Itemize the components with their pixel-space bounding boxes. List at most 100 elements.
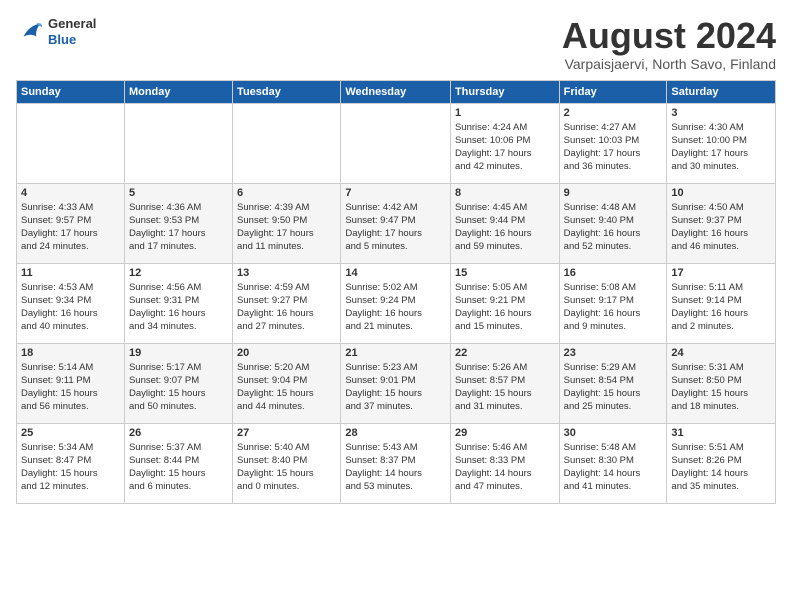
day-info: Sunrise: 5:43 AM Sunset: 8:37 PM Dayligh… xyxy=(345,441,446,494)
day-number: 23 xyxy=(564,347,663,359)
calendar-day-cell: 6Sunrise: 4:39 AM Sunset: 9:50 PM Daylig… xyxy=(233,183,341,263)
month-year-title: August 2024 xyxy=(562,16,776,56)
calendar-day-cell: 15Sunrise: 5:05 AM Sunset: 9:21 PM Dayli… xyxy=(450,263,559,343)
day-info: Sunrise: 4:56 AM Sunset: 9:31 PM Dayligh… xyxy=(129,281,228,334)
calendar-day-cell: 22Sunrise: 5:26 AM Sunset: 8:57 PM Dayli… xyxy=(450,343,559,423)
day-info: Sunrise: 5:20 AM Sunset: 9:04 PM Dayligh… xyxy=(237,361,336,414)
calendar-day-cell: 4 Sunrise: 4:33 AM Sunset: 9:57 PM Daylig… xyxy=(17,183,125,263)
day-info: Sunrise: 5:46 AM Sunset: 8:33 PM Dayligh… xyxy=(455,441,555,494)
calendar-day-cell: 24 Sunrise: 5:31 AM Sunset: 8:50 PM Dayli… xyxy=(667,343,776,423)
calendar-day-cell: 5 Sunrise: 4:36 AM Sunset: 9:53 PM Daylig… xyxy=(124,183,232,263)
day-number: 12 xyxy=(129,267,228,279)
day-number: 8 xyxy=(455,187,555,199)
calendar-day-cell: 31Sunrise: 5:51 AM Sunset: 8:26 PM Dayli… xyxy=(667,423,776,503)
day-info: Sunrise: 4:59 AM Sunset: 9:27 PM Dayligh… xyxy=(237,281,336,334)
day-number: 22 xyxy=(455,347,555,359)
calendar-day-cell: 8 Sunrise: 4:45 AM Sunset: 9:44 PM Daylig… xyxy=(450,183,559,263)
calendar-day-cell xyxy=(124,103,232,183)
calendar-day-cell: 12 Sunrise: 4:56 AM Sunset: 9:31 PM Dayli… xyxy=(124,263,232,343)
day-number: 4 xyxy=(21,187,120,199)
day-number: 27 xyxy=(237,427,336,439)
calendar-day-cell: 21 Sunrise: 5:23 AM Sunset: 9:01 PM Dayli… xyxy=(341,343,451,423)
day-of-week-header: Sunday xyxy=(17,80,125,103)
day-number: 26 xyxy=(129,427,228,439)
day-info: Sunrise: 5:31 AM Sunset: 8:50 PM Dayligh… xyxy=(671,361,771,414)
day-number: 17 xyxy=(671,267,771,279)
calendar-day-cell: 2 Sunrise: 4:27 AM Sunset: 10:03 PM Dayli… xyxy=(559,103,667,183)
day-number: 25 xyxy=(21,427,120,439)
day-info: Sunrise: 5:08 AM Sunset: 9:17 PM Dayligh… xyxy=(564,281,663,334)
day-number: 9 xyxy=(564,187,663,199)
calendar-table: SundayMondayTuesdayWednesdayThursdayFrid… xyxy=(16,80,776,504)
day-info: Sunrise: 5:14 AM Sunset: 9:11 PM Dayligh… xyxy=(21,361,120,414)
day-number: 18 xyxy=(21,347,120,359)
calendar-day-cell xyxy=(341,103,451,183)
calendar-day-cell: 13 Sunrise: 4:59 AM Sunset: 9:27 PM Dayli… xyxy=(233,263,341,343)
day-of-week-header: Thursday xyxy=(450,80,559,103)
calendar-day-cell: 26 Sunrise: 5:37 AM Sunset: 8:44 PM Dayli… xyxy=(124,423,232,503)
calendar-day-cell: 16 Sunrise: 5:08 AM Sunset: 9:17 PM Dayli… xyxy=(559,263,667,343)
day-of-week-header: Wednesday xyxy=(341,80,451,103)
logo-text: General Blue xyxy=(48,16,96,47)
day-info: Sunrise: 4:24 AM Sunset: 10:06 PM Daylig… xyxy=(455,121,555,174)
calendar-day-cell: 25 Sunrise: 5:34 AM Sunset: 8:47 PM Dayli… xyxy=(17,423,125,503)
day-number: 30 xyxy=(564,427,663,439)
day-info: Sunrise: 5:51 AM Sunset: 8:26 PM Dayligh… xyxy=(671,441,771,494)
calendar-day-cell: 3Sunrise: 4:30 AM Sunset: 10:00 PM Dayli… xyxy=(667,103,776,183)
calendar-day-cell: 7Sunrise: 4:42 AM Sunset: 9:47 PM Daylig… xyxy=(341,183,451,263)
calendar-day-cell xyxy=(17,103,125,183)
day-of-week-header: Monday xyxy=(124,80,232,103)
calendar-day-cell: 14Sunrise: 5:02 AM Sunset: 9:24 PM Dayli… xyxy=(341,263,451,343)
day-info: Sunrise: 4:33 AM Sunset: 9:57 PM Dayligh… xyxy=(21,201,120,254)
day-number: 24 xyxy=(671,347,771,359)
day-info: Sunrise: 5:29 AM Sunset: 8:54 PM Dayligh… xyxy=(564,361,663,414)
day-info: Sunrise: 5:17 AM Sunset: 9:07 PM Dayligh… xyxy=(129,361,228,414)
days-of-week-row: SundayMondayTuesdayWednesdayThursdayFrid… xyxy=(17,80,776,103)
calendar-day-cell: 30 Sunrise: 5:48 AM Sunset: 8:30 PM Dayli… xyxy=(559,423,667,503)
day-number: 2 xyxy=(564,107,663,119)
logo: General Blue xyxy=(16,16,96,47)
day-number: 19 xyxy=(129,347,228,359)
day-info: Sunrise: 4:45 AM Sunset: 9:44 PM Dayligh… xyxy=(455,201,555,254)
day-info: Sunrise: 4:50 AM Sunset: 9:37 PM Dayligh… xyxy=(671,201,771,254)
day-number: 29 xyxy=(455,427,555,439)
day-of-week-header: Saturday xyxy=(667,80,776,103)
day-info: Sunrise: 5:37 AM Sunset: 8:44 PM Dayligh… xyxy=(129,441,228,494)
day-number: 13 xyxy=(237,267,336,279)
calendar-day-cell: 1 Sunrise: 4:24 AM Sunset: 10:06 PM Dayli… xyxy=(450,103,559,183)
day-number: 16 xyxy=(564,267,663,279)
calendar-day-cell: 17 Sunrise: 5:11 AM Sunset: 9:14 PM Dayli… xyxy=(667,263,776,343)
day-info: Sunrise: 5:11 AM Sunset: 9:14 PM Dayligh… xyxy=(671,281,771,334)
day-info: Sunrise: 4:36 AM Sunset: 9:53 PM Dayligh… xyxy=(129,201,228,254)
day-number: 21 xyxy=(345,347,446,359)
day-number: 11 xyxy=(21,267,120,279)
day-info: Sunrise: 4:39 AM Sunset: 9:50 PM Dayligh… xyxy=(237,201,336,254)
calendar-week-row: 18 Sunrise: 5:14 AM Sunset: 9:11 PM Dayli… xyxy=(17,343,776,423)
day-info: Sunrise: 5:23 AM Sunset: 9:01 PM Dayligh… xyxy=(345,361,446,414)
day-number: 28 xyxy=(345,427,446,439)
logo-icon xyxy=(16,18,44,46)
day-number: 15 xyxy=(455,267,555,279)
day-number: 3 xyxy=(671,107,771,119)
page-header: General Blue August 2024 Varpaisjaervi, … xyxy=(16,16,776,72)
day-info: Sunrise: 5:48 AM Sunset: 8:30 PM Dayligh… xyxy=(564,441,663,494)
day-info: Sunrise: 4:48 AM Sunset: 9:40 PM Dayligh… xyxy=(564,201,663,254)
location-subtitle: Varpaisjaervi, North Savo, Finland xyxy=(562,56,776,72)
day-number: 5 xyxy=(129,187,228,199)
day-number: 20 xyxy=(237,347,336,359)
day-number: 7 xyxy=(345,187,446,199)
calendar-day-cell: 10Sunrise: 4:50 AM Sunset: 9:37 PM Dayli… xyxy=(667,183,776,263)
calendar-day-cell xyxy=(233,103,341,183)
day-info: Sunrise: 4:53 AM Sunset: 9:34 PM Dayligh… xyxy=(21,281,120,334)
calendar-week-row: 4 Sunrise: 4:33 AM Sunset: 9:57 PM Daylig… xyxy=(17,183,776,263)
day-info: Sunrise: 5:34 AM Sunset: 8:47 PM Dayligh… xyxy=(21,441,120,494)
calendar-week-row: 25 Sunrise: 5:34 AM Sunset: 8:47 PM Dayli… xyxy=(17,423,776,503)
day-number: 1 xyxy=(455,107,555,119)
day-info: Sunrise: 5:02 AM Sunset: 9:24 PM Dayligh… xyxy=(345,281,446,334)
calendar-day-cell: 27Sunrise: 5:40 AM Sunset: 8:40 PM Dayli… xyxy=(233,423,341,503)
calendar-day-cell: 20 Sunrise: 5:20 AM Sunset: 9:04 PM Dayli… xyxy=(233,343,341,423)
calendar-day-cell: 19 Sunrise: 5:17 AM Sunset: 9:07 PM Dayli… xyxy=(124,343,232,423)
calendar-day-cell: 11 Sunrise: 4:53 AM Sunset: 9:34 PM Dayli… xyxy=(17,263,125,343)
calendar-day-cell: 23 Sunrise: 5:29 AM Sunset: 8:54 PM Dayli… xyxy=(559,343,667,423)
day-info: Sunrise: 4:27 AM Sunset: 10:03 PM Daylig… xyxy=(564,121,663,174)
